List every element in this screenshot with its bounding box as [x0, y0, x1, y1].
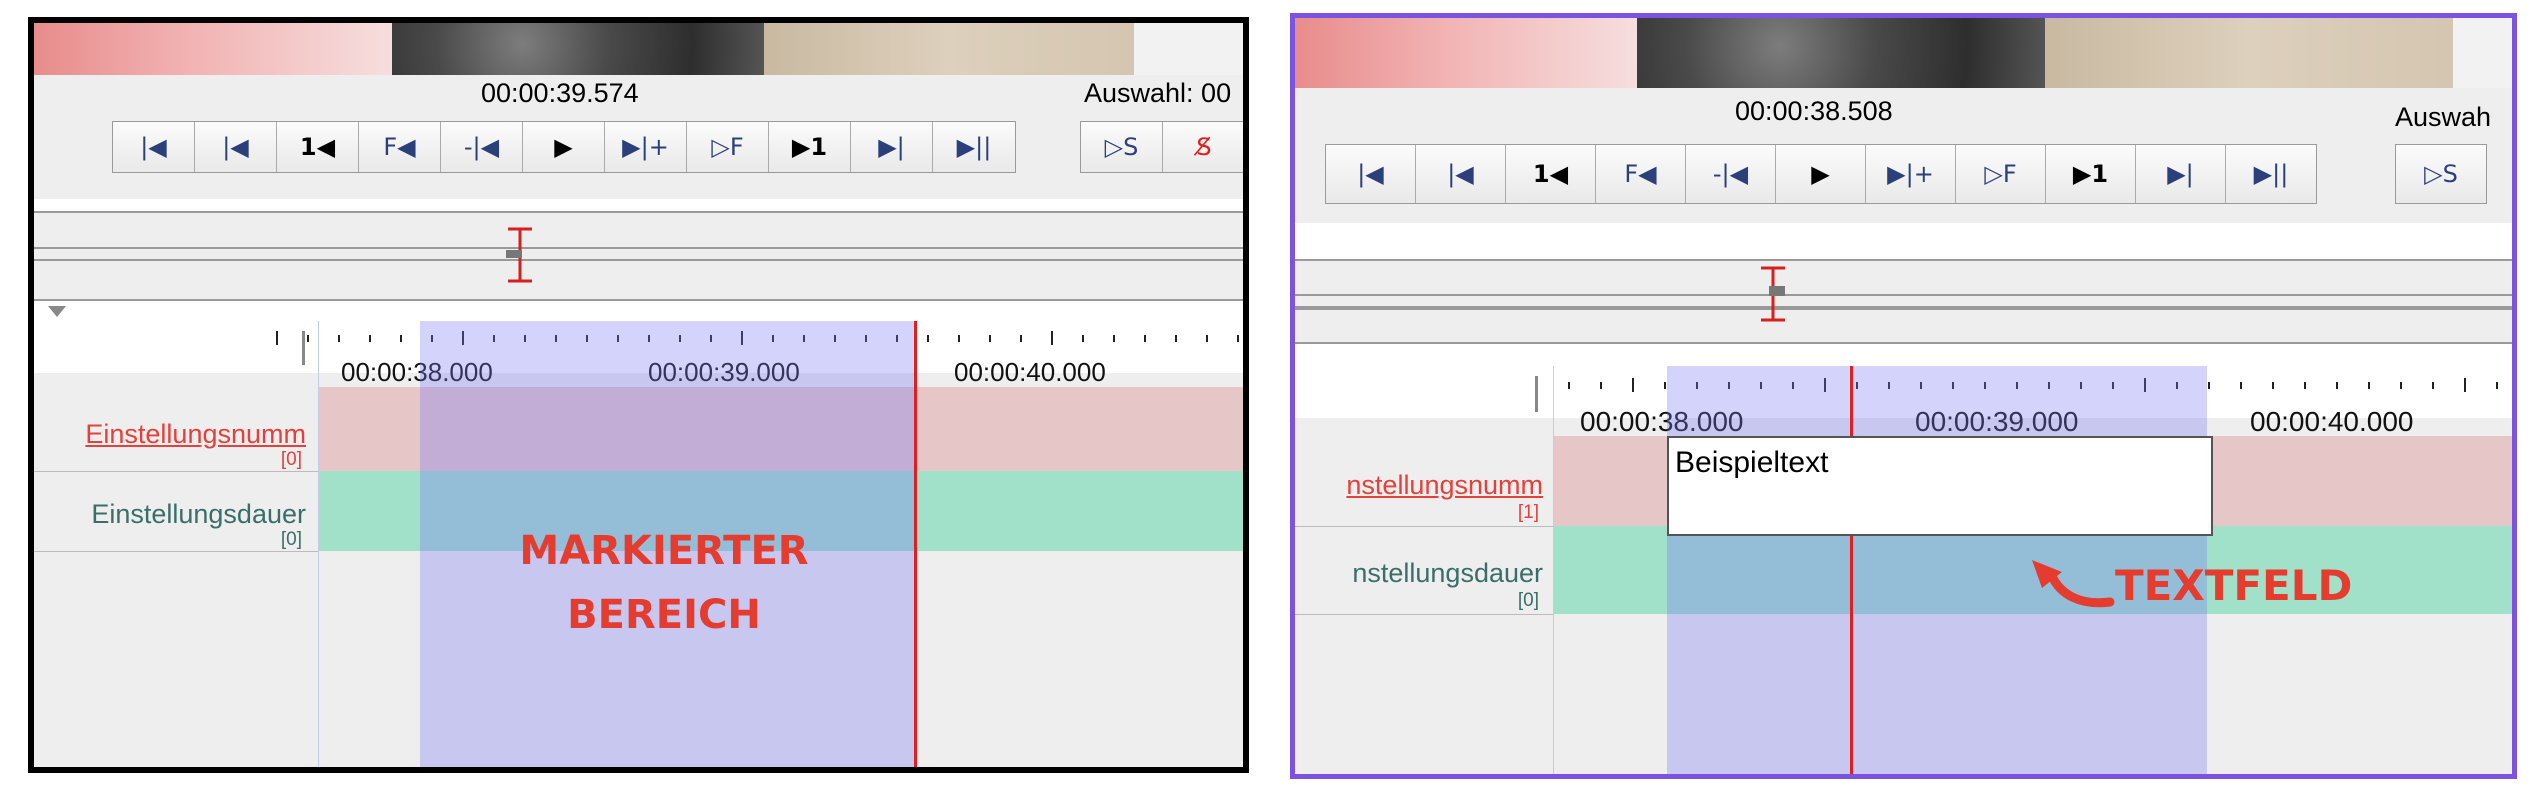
- annotation-count: [0]: [1517, 590, 1539, 611]
- divider: [1295, 294, 2512, 296]
- play-selection-button[interactable]: ▷S: [1081, 122, 1163, 172]
- next-scroll-button[interactable]: ▶|: [2136, 145, 2226, 203]
- video-thumbnail: [2045, 18, 2453, 88]
- divider: [1295, 259, 2512, 261]
- divider: [34, 551, 318, 552]
- divider: [1295, 306, 2512, 310]
- selection-controls: ▷S S̸: [1080, 121, 1243, 173]
- go-to-end-button[interactable]: ▶||: [933, 122, 1015, 172]
- current-time: 00:00:39.574: [481, 78, 639, 108]
- video-thumbnail: [2453, 18, 2512, 88]
- track-name-einstellungsnummer[interactable]: Einstellungsnumm: [85, 419, 306, 450]
- next-pixel-button[interactable]: ▶|+: [1866, 145, 1956, 203]
- divider: [1295, 614, 1553, 615]
- timeline-panel-right: 00:00:38.508 Auswah |◀ |◀ 1◀ F◀ -|◀ ▶ ▶|…: [1290, 13, 2517, 779]
- video-thumbnail: [34, 23, 392, 75]
- divider: [34, 471, 318, 472]
- transport-controls: |◀ |◀ 1◀ F◀ -|◀ ▶ ▶|+ ▷F ▶1 ▶| ▶||: [1325, 144, 2317, 204]
- previous-scroll-button[interactable]: |◀: [195, 122, 277, 172]
- video-thumbnail: [764, 23, 1134, 75]
- splitter-handle[interactable]: [1535, 376, 1538, 412]
- selection-readout: Auswah: [2395, 102, 2492, 132]
- splitter-handle[interactable]: [302, 331, 305, 365]
- timeline-panel-left: 00:00:39.574 Auswahl: 00 |◀ |◀ 1◀ F◀ -|◀…: [28, 17, 1249, 773]
- next-frame-button[interactable]: ▷F: [687, 122, 769, 172]
- annotation-count: [0]: [280, 449, 302, 470]
- annotation-text-field[interactable]: Beispieltext: [1667, 436, 2213, 536]
- go-to-end-button[interactable]: ▶||: [2226, 145, 2316, 203]
- play-button[interactable]: ▶: [1776, 145, 1866, 203]
- play-button[interactable]: ▶: [523, 122, 605, 172]
- next-second-button[interactable]: ▶1: [2046, 145, 2136, 203]
- next-second-button[interactable]: ▶1: [769, 122, 851, 172]
- video-thumbnail: [1637, 18, 2045, 88]
- next-scroll-button[interactable]: ▶|: [851, 122, 933, 172]
- previous-pixel-button[interactable]: -|◀: [1686, 145, 1776, 203]
- next-frame-button[interactable]: ▷F: [1956, 145, 2046, 203]
- previous-frame-button[interactable]: F◀: [359, 122, 441, 172]
- track-name-einstellungsdauer[interactable]: nstellungsdauer: [1352, 558, 1543, 589]
- previous-second-button[interactable]: 1◀: [1506, 145, 1596, 203]
- track-name-einstellungsdauer[interactable]: Einstellungsdauer: [91, 499, 306, 530]
- clear-selection-button[interactable]: S̸: [1163, 122, 1243, 172]
- crosshair-cursor[interactable]: [914, 321, 917, 767]
- transport-controls: |◀ |◀ 1◀ F◀ -|◀ ▶ ▶|+ ▷F ▶1 ▶| ▶||: [112, 121, 1016, 173]
- divider: [1295, 223, 2512, 259]
- current-time: 00:00:38.508: [1735, 96, 1893, 126]
- arrow-icon: [2032, 560, 2115, 608]
- divider: [34, 211, 1243, 213]
- scrollbar[interactable]: [34, 301, 1243, 321]
- play-selection-button[interactable]: ▷S: [2396, 145, 2486, 203]
- divider: [318, 321, 319, 767]
- selection-readout: Auswahl: 00: [1084, 78, 1232, 108]
- divider: [1295, 526, 1553, 527]
- chevron-down-icon[interactable]: [48, 306, 66, 318]
- annotation-label: BEREICH: [567, 592, 761, 638]
- annotation-label: MARKIERTER: [519, 528, 809, 574]
- crosshair-cursor[interactable]: [1850, 366, 1853, 774]
- previous-frame-button[interactable]: F◀: [1596, 145, 1686, 203]
- annotation-count: [0]: [280, 529, 302, 550]
- ruler-label: 00:00:40.000: [2250, 406, 2414, 437]
- video-thumbnail: [1134, 23, 1243, 75]
- annotation-count: [1]: [1517, 502, 1539, 523]
- previous-second-button[interactable]: 1◀: [277, 122, 359, 172]
- annotation-label: TEXTFELD: [2115, 561, 2353, 610]
- divider: [34, 259, 1243, 261]
- video-thumbnail: [1295, 18, 1637, 88]
- divider: [34, 247, 1243, 249]
- divider: [1553, 366, 1554, 774]
- video-thumbnail: [392, 23, 764, 75]
- ruler-label: 00:00:40.000: [954, 357, 1106, 387]
- next-pixel-button[interactable]: ▶|+: [605, 122, 687, 172]
- track-name-einstellungsnummer[interactable]: nstellungsnumm: [1346, 470, 1543, 501]
- volume-slider-handle-icon[interactable]: [502, 227, 538, 283]
- previous-scroll-button[interactable]: |◀: [1416, 145, 1506, 203]
- scrollbar[interactable]: [1295, 344, 2512, 366]
- selection-controls: ▷S: [2395, 144, 2487, 204]
- divider: [34, 199, 1243, 211]
- volume-slider-handle-icon[interactable]: [1755, 266, 1791, 322]
- previous-pixel-button[interactable]: -|◀: [441, 122, 523, 172]
- go-to-begin-button[interactable]: |◀: [1326, 145, 1416, 203]
- go-to-begin-button[interactable]: |◀: [113, 122, 195, 172]
